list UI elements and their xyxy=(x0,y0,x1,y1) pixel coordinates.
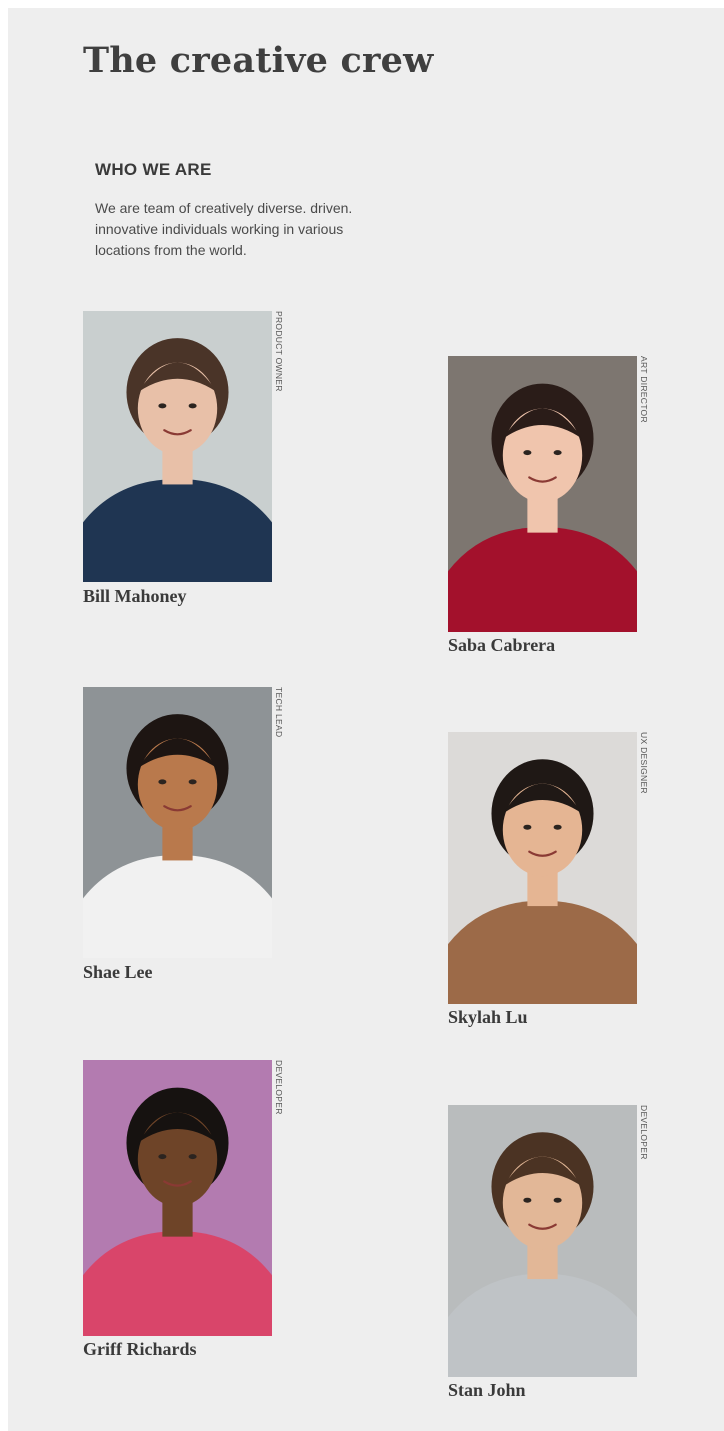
portrait-photo xyxy=(83,1060,272,1336)
intro-text: We are team of creatively diverse. drive… xyxy=(95,200,353,258)
role-label: ART DIRECTOR xyxy=(639,356,649,423)
member-name: Skylah Lu xyxy=(448,1007,528,1027)
page-title: The creative crew xyxy=(83,40,434,81)
section-heading: WHO WE ARE xyxy=(95,160,212,179)
role-label: DEVELOPER xyxy=(274,1060,284,1115)
role-label: UX DESIGNER xyxy=(639,732,649,794)
member-name: Griff Richards xyxy=(83,1339,197,1359)
member-name: Bill Mahoney xyxy=(83,586,187,606)
member-name: Stan John xyxy=(448,1380,526,1400)
role-label: DEVELOPER xyxy=(639,1105,649,1160)
portrait-photo xyxy=(448,1105,637,1377)
portrait-photo xyxy=(83,311,272,582)
member-name: Saba Cabrera xyxy=(448,635,556,655)
role-label: PRODUCT OWNER xyxy=(274,311,284,392)
portrait-photo xyxy=(448,732,637,1004)
portrait-photo xyxy=(83,687,272,958)
role-label: TECH LEAD xyxy=(274,687,284,738)
portrait-photo xyxy=(448,356,637,632)
member-name: Shae Lee xyxy=(83,962,153,982)
content-panel: The creative crew WHO WE ARE We are team… xyxy=(8,8,724,1431)
